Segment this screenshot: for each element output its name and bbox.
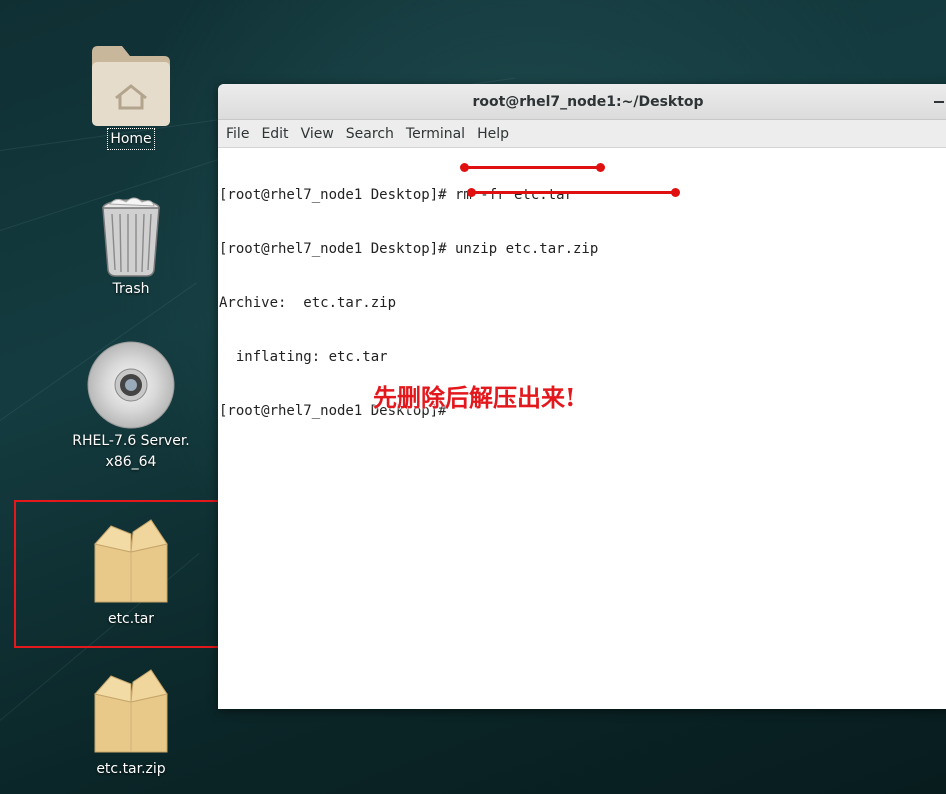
- menu-view[interactable]: View: [295, 120, 340, 148]
- menu-terminal[interactable]: Terminal: [400, 120, 471, 148]
- annotation-highlight-box: [14, 500, 252, 648]
- desktop-icon-label: Trash: [112, 281, 150, 297]
- menu-edit[interactable]: Edit: [255, 120, 294, 148]
- terminal-window[interactable]: root@rhel7_node1:~/Desktop File Edit Vie…: [218, 84, 946, 709]
- desktop-icon-label: etc.tar.zip: [96, 761, 166, 777]
- annotation-dot: [460, 163, 469, 172]
- desktop-icon-trash[interactable]: Trash: [66, 194, 196, 299]
- menu-file[interactable]: File: [220, 120, 255, 148]
- terminal-line: [root@rhel7_node1 Desktop]# unzip etc.ta…: [219, 241, 599, 257]
- terminal-output[interactable]: [root@rhel7_node1 Desktop]# rm -fr etc.t…: [218, 148, 946, 456]
- window-titlebar[interactable]: root@rhel7_node1:~/Desktop: [218, 84, 946, 120]
- terminal-line: [root@rhel7_node1 Desktop]# rm -fr etc.t…: [219, 187, 574, 203]
- annotation-underline: [472, 191, 677, 194]
- annotation-underline: [465, 166, 601, 169]
- desktop-icon-label: Home: [107, 128, 155, 150]
- minimize-icon[interactable]: [934, 101, 944, 103]
- trash-icon: [66, 194, 196, 278]
- terminal-line: Archive: etc.tar.zip: [219, 295, 397, 311]
- annotation-text: 先删除后解压出来!: [373, 383, 576, 412]
- home-folder-icon: [66, 42, 196, 128]
- annotation-dot: [467, 188, 476, 197]
- desktop-icon-etc-tar-zip[interactable]: etc.tar.zip: [66, 666, 196, 779]
- package-icon: [66, 666, 196, 758]
- disc-icon: [66, 340, 196, 430]
- menu-help[interactable]: Help: [471, 120, 515, 148]
- terminal-line: inflating: etc.tar: [219, 349, 388, 365]
- menu-search[interactable]: Search: [340, 120, 400, 148]
- desktop-icon-rhel-disc[interactable]: RHEL-7.6 Server. x86_64: [66, 340, 196, 472]
- desktop-icon-home[interactable]: Home: [66, 42, 196, 150]
- terminal-line: [root@rhel7_node1 Desktop]#: [219, 403, 447, 419]
- desktop-icon-label-line2: x86_64: [105, 454, 157, 470]
- annotation-dot: [596, 163, 605, 172]
- menu-bar: File Edit View Search Terminal Help: [218, 120, 946, 148]
- annotation-dot: [671, 188, 680, 197]
- desktop-icon-label: RHEL-7.6 Server.: [72, 433, 190, 449]
- window-title: root@rhel7_node1:~/Desktop: [472, 94, 704, 110]
